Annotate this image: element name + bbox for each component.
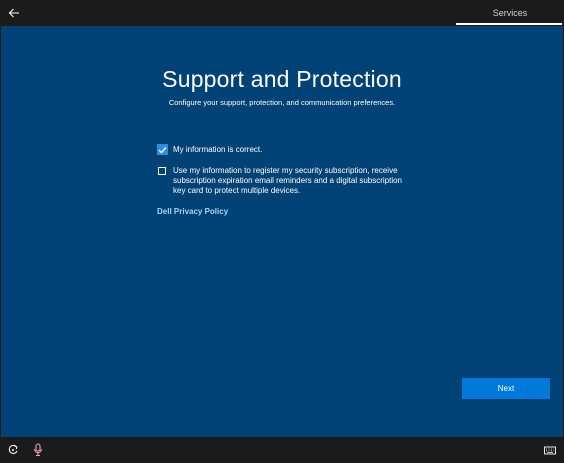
ease-of-access-icon [8,444,18,454]
keyboard-icon [544,446,556,454]
arrow-left-icon [8,8,19,18]
top-bar: Services [0,0,564,26]
register-subscription-checkbox[interactable] [158,167,166,175]
register-subscription-option[interactable]: Use my information to register my securi… [157,166,412,196]
bottom-bar [0,437,564,463]
page-title: Support and Protection [162,66,402,92]
register-subscription-label: Use my information to register my securi… [173,166,403,195]
microphone-button[interactable] [31,443,45,457]
info-correct-label: My information is correct. [173,145,263,154]
info-correct-checkbox[interactable] [157,144,168,155]
next-button[interactable]: Next [462,378,550,399]
info-correct-option[interactable]: My information is correct. [157,144,262,155]
checkmark-icon [158,146,167,154]
keyboard-button[interactable] [543,443,557,457]
ease-of-access-button[interactable] [6,443,20,457]
tab-selected-indicator [456,23,562,25]
back-button[interactable] [4,3,24,23]
page-subtitle: Configure your support, protection, and … [168,98,396,107]
privacy-policy-link[interactable]: Dell Privacy Policy [157,207,228,216]
microphone-icon [33,443,43,457]
main-panel: Support and Protection Configure your su… [1,26,563,437]
